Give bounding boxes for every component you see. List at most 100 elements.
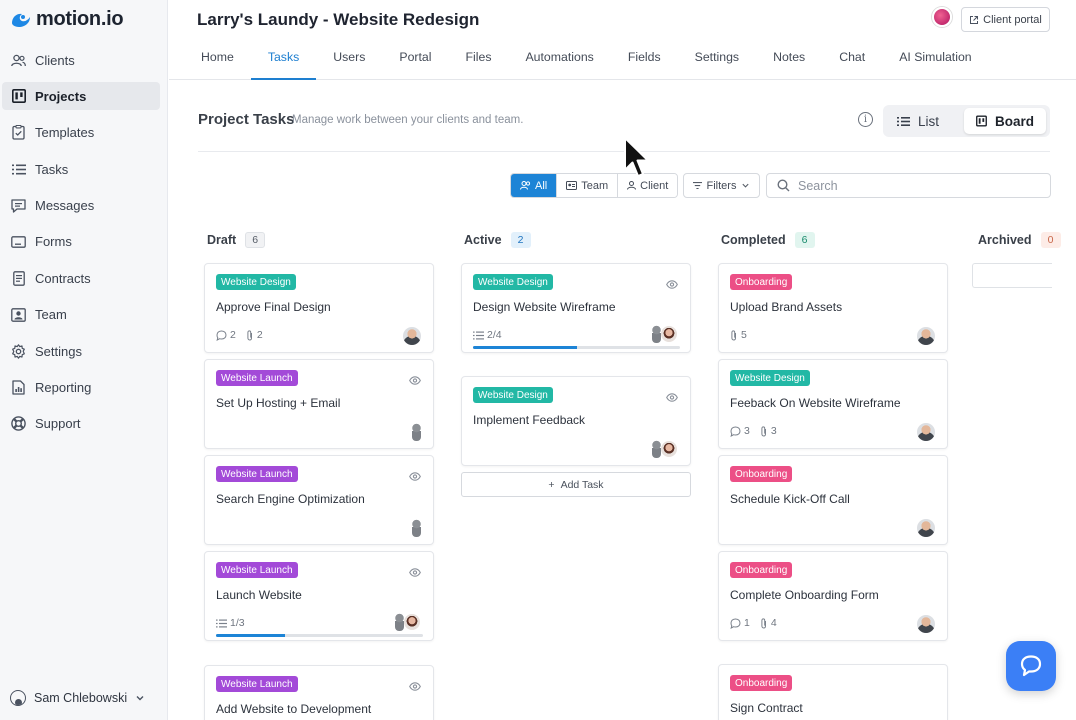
tab-portal[interactable]: Portal <box>382 36 448 80</box>
task-tag[interactable]: Website Launch <box>216 370 298 386</box>
client-visible-eye-icon[interactable] <box>409 373 421 388</box>
sidebar-item-templates[interactable]: Templates <box>2 119 160 147</box>
app-logo[interactable]: motion.io <box>10 8 124 31</box>
task-card[interactable]: Onboarding Sign Contract <box>718 664 948 720</box>
filter-all-button[interactable]: All <box>511 174 558 197</box>
board-icon <box>976 115 987 127</box>
tab-notes[interactable]: Notes <box>756 36 822 80</box>
sidebar-item-team[interactable]: Team <box>2 301 160 329</box>
sidebar-item-settings[interactable]: Settings <box>2 337 160 365</box>
assignee-avatar[interactable] <box>660 325 678 343</box>
assignee-avatar[interactable] <box>395 613 404 631</box>
user-icon <box>627 181 637 190</box>
tab-fields[interactable]: Fields <box>611 36 678 80</box>
task-card[interactable]: Onboarding Complete Onboarding Form 1 4 <box>718 551 948 641</box>
task-card[interactable]: Website Launch Launch Website 1/3 <box>204 551 434 641</box>
assignee-avatar[interactable] <box>412 519 421 537</box>
task-tag[interactable]: Website Design <box>473 387 553 403</box>
notification-avatar[interactable] <box>932 7 952 27</box>
add-task-button[interactable]: + Add Task <box>461 472 691 497</box>
task-title: Schedule Kick-Off Call <box>730 492 850 506</box>
sidebar-item-tasks[interactable]: Tasks <box>2 155 160 183</box>
tab-users[interactable]: Users <box>316 36 382 80</box>
tab-files[interactable]: Files <box>449 36 509 80</box>
assignee-avatar[interactable] <box>652 440 661 458</box>
chat-launcher-button[interactable] <box>1006 641 1056 691</box>
task-tag[interactable]: Onboarding <box>730 274 793 290</box>
assignee-avatar[interactable] <box>660 440 678 458</box>
sidebar-item-projects[interactable]: Projects <box>2 82 160 111</box>
tab-automations[interactable]: Automations <box>508 36 610 80</box>
reporting-icon <box>11 380 26 395</box>
client-portal-button[interactable]: Client portal <box>961 7 1050 32</box>
sidebar-item-forms[interactable]: Forms <box>2 228 160 256</box>
task-tag[interactable]: Website Launch <box>216 562 298 578</box>
assignee-avatar[interactable] <box>917 327 935 345</box>
assignee-avatar[interactable] <box>412 423 421 441</box>
task-title: Search Engine Optimization <box>216 492 365 506</box>
client-visible-eye-icon[interactable] <box>666 277 678 292</box>
tab-home[interactable]: Home <box>184 36 251 80</box>
client-visible-eye-icon[interactable] <box>409 565 421 580</box>
board-column-draft: Draft 6 Website Design Approve Final Design… <box>201 226 434 720</box>
sidebar-item-contracts[interactable]: Contracts <box>2 264 160 292</box>
add-task-label: Add Task <box>560 478 604 491</box>
task-card[interactable]: Website Launch Set Up Hosting + Email <box>204 359 434 449</box>
task-tag[interactable]: Website Design <box>730 370 810 386</box>
assignee-avatar[interactable] <box>403 613 421 631</box>
task-card[interactable]: Website Launch Add Website to Development <box>204 665 434 720</box>
comment-icon <box>730 617 741 629</box>
task-tag[interactable]: Website Design <box>216 274 296 290</box>
column-title: Active <box>464 233 502 247</box>
mouse-cursor-icon <box>624 137 649 177</box>
tab-chat[interactable]: Chat <box>822 36 882 80</box>
task-title: Complete Onboarding Form <box>730 588 879 602</box>
sidebar-item-label: Forms <box>35 234 72 250</box>
task-tag[interactable]: Onboarding <box>730 466 793 482</box>
assignee-avatar[interactable] <box>917 423 935 441</box>
board-view-button[interactable]: Board <box>964 108 1046 134</box>
column-count-badge: 6 <box>245 232 266 248</box>
filter-team-label: Team <box>581 179 609 192</box>
task-tag[interactable]: Onboarding <box>730 675 793 691</box>
search-input[interactable] <box>798 178 1038 193</box>
user-menu[interactable]: Sam Chlebowski <box>10 690 145 706</box>
task-card[interactable]: Website Design Implement Feedback <box>461 376 691 466</box>
sidebar-item-reporting[interactable]: Reporting <box>2 374 160 402</box>
task-tag[interactable]: Website Launch <box>216 676 298 692</box>
sidebar-item-clients[interactable]: Clients <box>2 46 160 74</box>
tab-ai-simulation[interactable]: AI Simulation <box>882 36 988 80</box>
task-meta: 1/3 <box>216 617 245 629</box>
list-view-button[interactable]: List <box>885 108 951 134</box>
column-title: Completed <box>721 233 786 247</box>
task-card[interactable]: Onboarding Upload Brand Assets 5 <box>718 263 948 353</box>
sidebar-item-support[interactable]: Support <box>2 410 160 438</box>
client-visible-eye-icon[interactable] <box>409 679 421 694</box>
filters-dropdown[interactable]: Filters <box>683 173 760 198</box>
tab-settings[interactable]: Settings <box>678 36 756 80</box>
task-card[interactable]: Onboarding Schedule Kick-Off Call <box>718 455 948 545</box>
assignee-avatar[interactable] <box>917 615 935 633</box>
assignee-avatar[interactable] <box>403 327 421 345</box>
column-count-badge: 2 <box>510 232 531 248</box>
filter-team-button[interactable]: Team <box>557 174 619 197</box>
client-visible-eye-icon[interactable] <box>666 390 678 405</box>
task-meta: 22 <box>216 329 263 341</box>
motion-logo-icon <box>12 13 30 27</box>
task-card[interactable]: Website Design Approve Final Design 2 2 <box>204 263 434 353</box>
tab-tasks[interactable]: Tasks <box>250 36 317 80</box>
task-tag[interactable]: Onboarding <box>730 562 793 578</box>
info-icon[interactable]: i <box>858 112 873 127</box>
assignee-avatar[interactable] <box>917 519 935 537</box>
task-card[interactable]: Website Design Design Website Wireframe 2/… <box>461 263 691 353</box>
sidebar-item-messages[interactable]: Messages <box>2 192 160 220</box>
task-card[interactable]: Website Launch Search Engine Optimization <box>204 455 434 545</box>
client-visible-eye-icon[interactable] <box>409 469 421 484</box>
client-portal-label: Client portal <box>983 13 1042 26</box>
task-tag[interactable]: Website Launch <box>216 466 298 482</box>
assignee-avatar[interactable] <box>652 325 661 343</box>
task-card[interactable]: Website Design Feeback On Website Wirefra… <box>718 359 948 449</box>
column-header: Archived 0 <box>972 226 1076 254</box>
task-tag[interactable]: Website Design <box>473 274 553 290</box>
task-meta: 5 <box>730 329 747 341</box>
